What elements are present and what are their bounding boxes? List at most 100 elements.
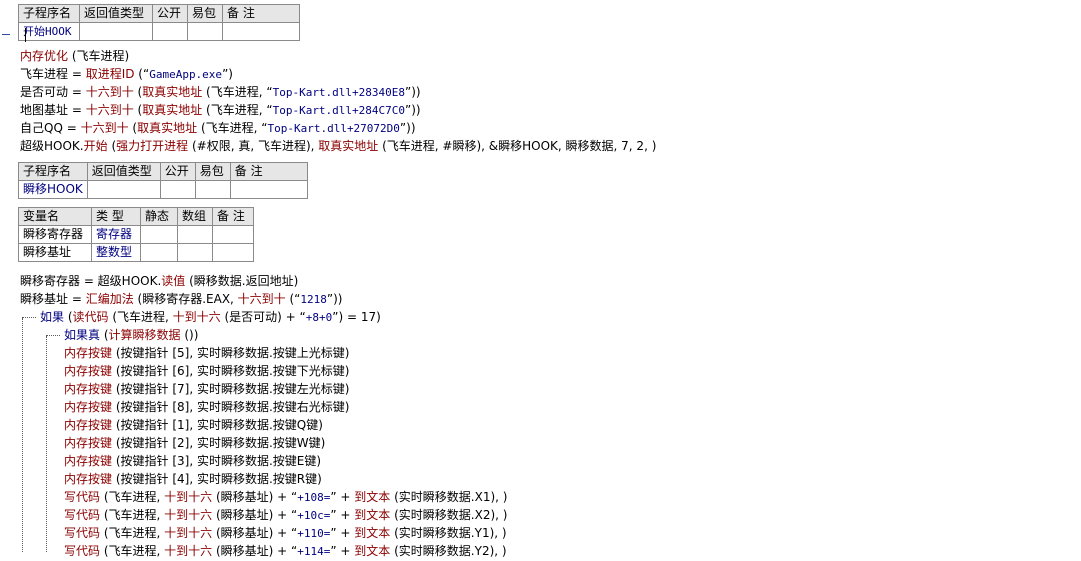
code-line-map-base[interactable]: 地图基址 = 十六到十 (取真实地址 (飞车进程, “Top-Kart.dll+… — [20, 101, 421, 119]
code-line-get-process[interactable]: 飞车进程 = 取进程ID (“GameApp.exe”) — [20, 65, 233, 83]
col-header-remark: 备 注 — [222, 4, 300, 23]
code-args: (飞车进程, — [108, 310, 173, 324]
table-row[interactable]: 瞬移寄存器 寄存器 — [18, 225, 254, 244]
static-cell[interactable] — [140, 243, 178, 262]
string-literal: +10c= — [297, 509, 331, 522]
code-line-self-qq[interactable]: 自己QQ = 十六到十 (取真实地址 (飞车进程, “Top-Kart.dll+… — [20, 119, 416, 137]
code-args: (飞车进程, “ — [197, 121, 268, 135]
array-cell[interactable] — [177, 243, 213, 262]
code-line-hook-start[interactable]: 超级HOOK.开始 (强力打开进程 (#权限, 真, 飞车进程), 取真实地址 … — [20, 137, 656, 155]
code-op: = — [68, 103, 86, 117]
code-args: ” + — [330, 508, 355, 522]
col-header-static: 静态 — [140, 207, 178, 226]
code-paren: ( — [133, 85, 143, 99]
code-op: = — [68, 85, 86, 99]
code-args: (飞车进程, — [100, 490, 165, 504]
var-type-cell[interactable]: 寄存器 — [91, 225, 141, 244]
code-line-if[interactable]: 如果 (读代码 (飞车进程, 十到十六 (是否可动) + “+8+0”) = 1… — [40, 308, 381, 326]
code-args: ” + — [330, 490, 355, 504]
code-args: (瞬移基址) + “ — [212, 526, 298, 540]
easy-pack-cell[interactable] — [187, 22, 223, 41]
remark-cell[interactable] — [212, 243, 254, 262]
array-cell[interactable] — [177, 225, 213, 244]
code-line-if-true[interactable]: 如果真 (计算瞬移数据 ()) — [64, 326, 198, 344]
code-args: (按键指针 [5], 实时瞬移数据.按键上光标键) — [112, 346, 350, 360]
func-mem-key: 内存按键 — [64, 382, 113, 396]
code-line-mem-key[interactable]: 内存按键 (按键指针 [2], 实时瞬移数据.按键W键) — [64, 434, 325, 452]
subroutine-name-cell[interactable]: 开始HOOK — [18, 22, 80, 41]
return-type-cell[interactable] — [86, 180, 161, 199]
code-args: (#权限, 真, 飞车进程), — [188, 139, 319, 153]
remark-cell[interactable] — [229, 180, 308, 199]
code-args: (瞬移数据.返回地址) — [185, 274, 299, 288]
col-header-var-type: 类 型 — [91, 207, 141, 226]
public-cell[interactable] — [152, 22, 188, 41]
code-line-mem-key[interactable]: 内存按键 (按键指针 [8], 实时瞬移数据.按键右光标键) — [64, 398, 349, 416]
code-line-read-register[interactable]: 瞬移寄存器 = 超级HOOK.读值 (瞬移数据.返回地址) — [20, 272, 298, 290]
code-line-mem-key[interactable]: 内存按键 (按键指针 [4], 实时瞬移数据.按键R键) — [64, 470, 322, 488]
code-args: (瞬移基址) + “ — [212, 490, 298, 504]
table-row[interactable]: 瞬移基址 整数型 — [18, 243, 254, 262]
code-paren: ( — [128, 121, 138, 135]
code-op: = — [68, 292, 86, 306]
string-literal: +8+0 — [305, 311, 333, 324]
var-name: 瞬移基址 — [20, 292, 69, 306]
remark-cell[interactable] — [212, 225, 254, 244]
code-paren: ”) = 17) — [332, 310, 381, 324]
code-op: = — [62, 121, 81, 135]
code-line-write-code[interactable]: 写代码 (飞车进程, 十到十六 (瞬移基址) + “+114=” + 到文本 (… — [64, 542, 507, 560]
code-args: (飞车进程, “ — [202, 103, 273, 117]
func-real-address: 取真实地址 — [142, 103, 203, 117]
code-args: (飞车进程, — [100, 508, 165, 522]
code-line-mem-key[interactable]: 内存按键 (按键指针 [5], 实时瞬移数据.按键上光标键) — [64, 344, 349, 362]
code-args: (实时瞬移数据.X2), ) — [390, 508, 508, 522]
code-args: (按键指针 [3], 实时瞬移数据.按键E键) — [112, 454, 322, 468]
code-paren: ”)) — [405, 85, 421, 99]
func-to-text: 到文本 — [354, 490, 391, 504]
string-literal: Top-Kart.dll+284C7C0 — [272, 104, 406, 117]
code-line-write-code[interactable]: 写代码 (飞车进程, 十到十六 (瞬移基址) + “+10c=” + 到文本 (… — [64, 506, 507, 524]
code-paren: ( — [133, 103, 143, 117]
code-line-mem-key[interactable]: 内存按键 (按键指针 [7], 实时瞬移数据.按键左光标键) — [64, 380, 349, 398]
code-line-mem-key[interactable]: 内存按键 (按键指针 [6], 实时瞬移数据.按键下光标键) — [64, 362, 349, 380]
code-line-memory-optimize[interactable]: 内存优化 (飞车进程) — [20, 47, 129, 65]
subroutine-name-cell[interactable]: 瞬移HOOK — [18, 180, 88, 199]
code-args: (飞车进程) — [68, 49, 130, 63]
func-write-code: 写代码 — [64, 526, 101, 540]
public-cell[interactable] — [159, 180, 196, 199]
var-type-cell[interactable]: 整数型 — [91, 243, 141, 262]
code-line-mem-key[interactable]: 内存按键 (按键指针 [3], 实时瞬移数据.按键E键) — [64, 452, 321, 470]
code-args: (瞬移基址) + “ — [212, 544, 298, 558]
code-line-movable[interactable]: 是否可动 = 十六到十 (取真实地址 (飞车进程, “Top-Kart.dll+… — [20, 83, 421, 101]
col-header-var-name: 变量名 — [18, 207, 92, 226]
code-line-write-code[interactable]: 写代码 (飞车进程, 十到十六 (瞬移基址) + “+110=” + 到文本 (… — [64, 524, 507, 542]
var-name-cell[interactable]: 瞬移寄存器 — [18, 225, 92, 244]
func-mem-key: 内存按键 — [64, 346, 113, 360]
easy-pack-cell[interactable] — [194, 180, 231, 199]
func-open-process: 强力打开进程 — [116, 139, 189, 153]
code-args: (实时瞬移数据.X1), ) — [390, 490, 508, 504]
code-args: (按键指针 [4], 实时瞬移数据.按键R键) — [112, 472, 322, 486]
string-literal: +108= — [297, 491, 331, 504]
var-name-cell[interactable]: 瞬移基址 — [18, 243, 92, 262]
func-to-text: 到文本 — [354, 508, 391, 522]
col-header-easy-pack: 易包 — [187, 4, 223, 23]
code-paren: ”) — [222, 67, 233, 81]
code-line-teleport-base[interactable]: 瞬移基址 = 汇编加法 (瞬移寄存器.EAX, 十六到十 (“1218”)) — [20, 290, 343, 308]
func-mem-key: 内存按键 — [64, 418, 113, 432]
func-mem-key: 内存按键 — [64, 400, 113, 414]
static-cell[interactable] — [140, 225, 178, 244]
code-line-mem-key[interactable]: 内存按键 (按键指针 [1], 实时瞬移数据.按键Q键) — [64, 416, 323, 434]
object-name: 超级HOOK. — [20, 139, 84, 153]
func-real-address: 取真实地址 — [318, 139, 379, 153]
func-write-code: 写代码 — [64, 490, 101, 504]
func-hex-to-dec: 十六到十 — [85, 103, 134, 117]
remark-cell[interactable] — [222, 22, 300, 41]
string-literal: 1218 — [300, 293, 327, 306]
code-args: ” + — [330, 544, 355, 558]
func-to-text: 到文本 — [354, 544, 391, 558]
code-line-write-code[interactable]: 写代码 (飞车进程, 十到十六 (瞬移基址) + “+108=” + 到文本 (… — [64, 488, 507, 506]
return-type-cell[interactable] — [79, 22, 153, 41]
func-mem-key: 内存按键 — [64, 364, 113, 378]
func-dec-to-hex: 十到十六 — [164, 544, 213, 558]
